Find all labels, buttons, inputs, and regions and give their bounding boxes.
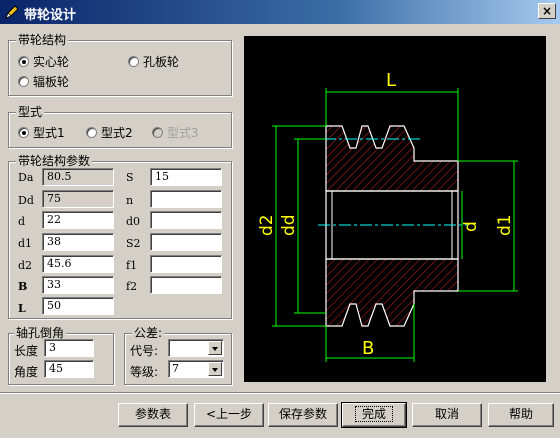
save-params-button[interactable]: 保存参数 <box>268 403 338 427</box>
radio-type-3: 型式3 <box>152 124 199 141</box>
chamfer-group-legend: 轴孔倒角 <box>14 326 67 340</box>
param-field-d2[interactable]: 45.6 <box>42 255 114 273</box>
structure-group-legend: 带轮结构 <box>16 33 69 47</box>
radio-type-2-label: 型式2 <box>101 126 133 140</box>
dim-dd-label: dd <box>279 214 299 236</box>
finish-button[interactable]: 完成 <box>341 402 407 428</box>
finish-button-label: 完成 <box>354 406 393 422</box>
tolerance-grade-value: 7 <box>172 362 179 375</box>
radio-dot <box>18 56 29 67</box>
params-group-legend: 带轮结构参数 <box>16 154 93 168</box>
radio-dot <box>18 76 29 87</box>
close-button[interactable]: × <box>538 3 556 19</box>
pulley-upper-section <box>325 125 459 192</box>
pulley-section-svg: L B d2 dd d d1 <box>257 70 518 362</box>
title-bar: 带轮设计 × <box>0 0 560 24</box>
param-label-b: B <box>18 280 28 293</box>
radio-dot <box>152 127 163 138</box>
button-separator <box>0 392 560 394</box>
pulley-drawing: L B d2 dd d d1 <box>244 36 546 382</box>
chamfer-length-field[interactable]: 3 <box>44 339 94 357</box>
params-table-button[interactable]: 参数表 <box>118 403 188 427</box>
type-group-legend: 型式 <box>16 105 45 119</box>
param-label-s2: S2 <box>126 237 141 250</box>
radio-solid-wheel[interactable]: 实心轮 <box>18 53 69 70</box>
param-label-d1: d1 <box>18 237 33 250</box>
param-field-f2[interactable] <box>150 276 222 294</box>
param-field-d0[interactable] <box>150 211 222 229</box>
param-label-d2: d2 <box>18 259 33 272</box>
radio-solid-wheel-label: 实心轮 <box>33 55 70 69</box>
radio-type-1-label: 型式1 <box>33 126 65 140</box>
dim-b-label: B <box>362 338 374 359</box>
radio-dot <box>18 127 29 138</box>
tolerance-code-label: 代号: <box>130 344 159 358</box>
radio-type-2[interactable]: 型式2 <box>86 124 133 141</box>
dim-d-label: d <box>461 221 481 232</box>
param-field-f1[interactable] <box>150 255 222 273</box>
dim-d2-label: d2 <box>257 214 277 236</box>
cancel-button[interactable]: 取消 <box>412 403 482 427</box>
radio-dot <box>128 56 139 67</box>
param-field-n[interactable] <box>150 190 222 208</box>
window-title: 带轮设计 <box>24 8 77 23</box>
param-field-l[interactable]: 50 <box>42 297 114 315</box>
param-field-dd[interactable]: 75 <box>42 190 114 208</box>
radio-web-plate-wheel-label: 辐板轮 <box>33 75 70 89</box>
param-label-f2: f2 <box>126 280 138 293</box>
pencil-icon <box>5 5 19 19</box>
param-label-l: L <box>18 302 26 315</box>
radio-hole-plate-wheel[interactable]: 孔板轮 <box>128 53 179 70</box>
param-field-da[interactable]: 80.5 <box>42 168 114 186</box>
chamfer-length-label: 长度 <box>14 344 39 358</box>
prev-step-button[interactable]: <上一步 <box>194 403 264 427</box>
param-field-s[interactable]: 15 <box>150 168 222 186</box>
chevron-down-icon[interactable] <box>208 362 222 376</box>
param-field-s2[interactable] <box>150 233 222 251</box>
tolerance-grade-label: 等级: <box>130 365 159 379</box>
param-label-d0: d0 <box>126 215 141 228</box>
pulley-lower-section <box>325 258 459 327</box>
param-field-d[interactable]: 22 <box>42 211 114 229</box>
chamfer-angle-label: 角度 <box>14 365 39 379</box>
radio-type-1[interactable]: 型式1 <box>18 124 65 141</box>
help-button[interactable]: 帮助 <box>488 403 554 427</box>
radio-hole-plate-wheel-label: 孔板轮 <box>143 55 180 69</box>
tolerance-code-select[interactable] <box>168 339 224 357</box>
tolerance-group-legend: 公差: <box>132 326 165 340</box>
radio-web-plate-wheel[interactable]: 辐板轮 <box>18 73 69 90</box>
param-label-da: Da <box>18 171 34 184</box>
param-field-b[interactable]: 33 <box>42 276 114 294</box>
dim-d1-label: d1 <box>495 214 515 236</box>
dim-l-label: L <box>386 70 396 91</box>
param-field-d1[interactable]: 38 <box>42 233 114 251</box>
chevron-down-icon[interactable] <box>208 341 222 355</box>
param-label-dd: Dd <box>18 194 34 207</box>
tolerance-grade-select[interactable]: 7 <box>168 360 224 378</box>
param-label-s: S <box>126 171 134 184</box>
radio-dot <box>86 127 97 138</box>
param-label-n: n <box>126 194 134 207</box>
param-label-d: d <box>18 215 26 228</box>
radio-type-3-label: 型式3 <box>167 126 199 140</box>
chamfer-angle-field[interactable]: 45 <box>44 360 94 378</box>
param-label-f1: f1 <box>126 259 138 272</box>
